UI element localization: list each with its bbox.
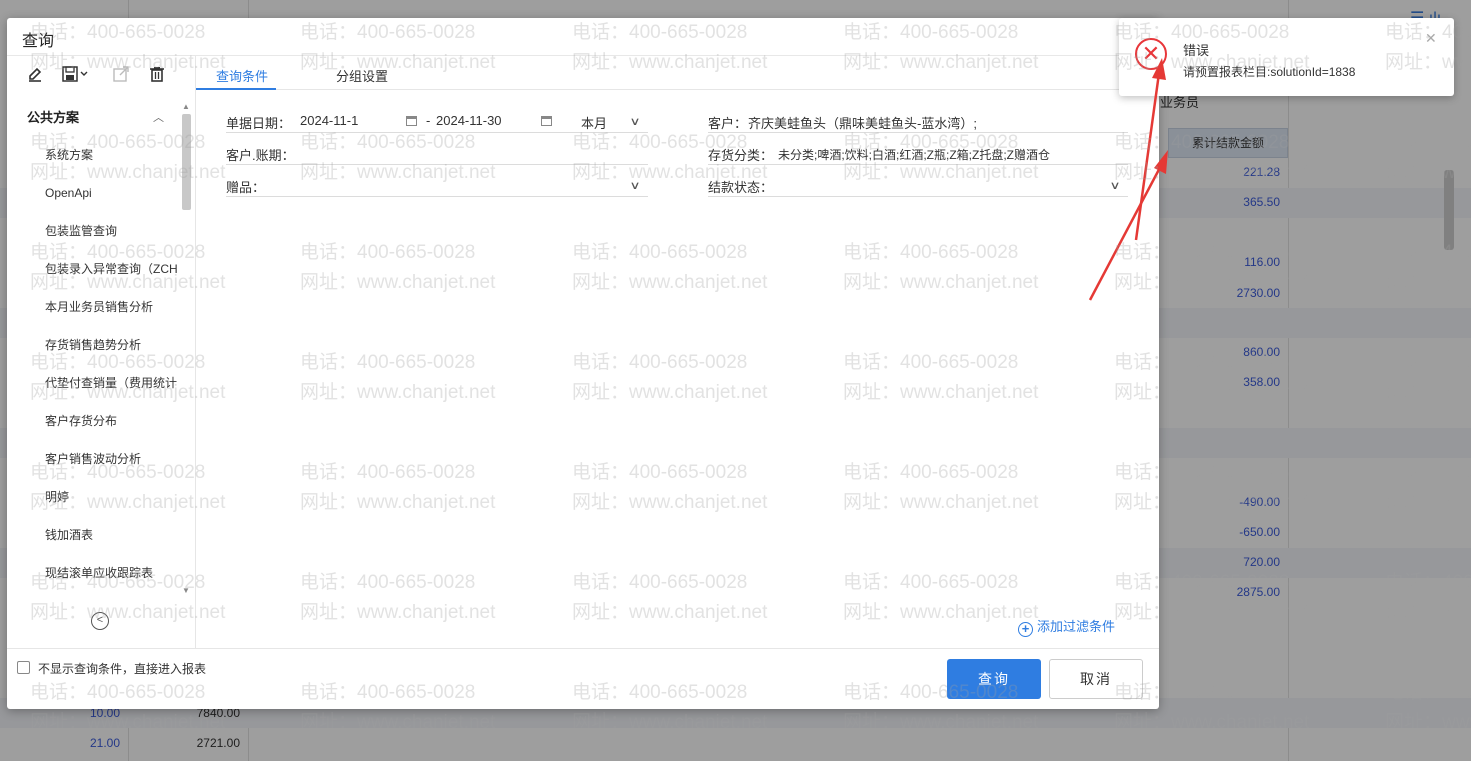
- gift-select[interactable]: 赠品： ∨: [226, 175, 648, 197]
- skip-conditions-label[interactable]: 不显示查询条件，直接进入报表: [38, 660, 206, 677]
- customer-field[interactable]: 客户： 齐庆美蛙鱼头（鼎味美蛙鱼头-蓝水湾）;: [708, 111, 1128, 133]
- scheme-item[interactable]: 钱加酒表: [45, 526, 183, 564]
- date-to-input[interactable]: 2024-11-30: [436, 113, 502, 128]
- scheme-item[interactable]: 本月业务员销售分析: [45, 298, 183, 336]
- active-tab-indicator: [196, 88, 276, 90]
- account-period-label: 客户.账期：: [226, 148, 295, 163]
- scheme-item[interactable]: 包装录入异常查询（ZCH: [45, 260, 183, 298]
- scheme-item[interactable]: 现结滚单应收跟踪表: [45, 564, 183, 602]
- divider: [195, 56, 196, 648]
- scheme-item[interactable]: 系统方案: [45, 146, 183, 184]
- settlement-status-label: 结款状态：: [708, 180, 774, 195]
- divider: [7, 55, 1159, 56]
- scrollbar[interactable]: ▲ ▼: [180, 102, 192, 596]
- calendar-icon[interactable]: [406, 116, 417, 126]
- save-icon[interactable]: [60, 64, 92, 84]
- scheme-item[interactable]: 代垫付查销量（费用统计: [45, 374, 183, 412]
- date-separator: -: [426, 113, 431, 128]
- chevron-down-icon[interactable]: ∨: [629, 115, 640, 128]
- scrollbar-thumb[interactable]: [182, 114, 191, 210]
- chevron-down-icon[interactable]: ∨: [1109, 179, 1120, 192]
- scheme-item[interactable]: 客户销售波动分析: [45, 450, 183, 488]
- divider: [196, 89, 1159, 90]
- inventory-category-field[interactable]: 存货分类： 未分类;啤酒;饮料;白酒;红酒;Z瓶;Z箱;Z托盘;Z赠酒仓: [708, 143, 1128, 165]
- export-icon: [110, 64, 132, 84]
- add-filter-label: 添加过滤条件: [1037, 619, 1116, 634]
- customer-label: 客户：: [708, 116, 748, 131]
- notification-title: 错误: [1183, 43, 1210, 58]
- query-dialog: 查询 公共方案 ︿ 系统方案 OpenApi 包装监管查询 包装录入异常查询（Z…: [7, 18, 1159, 709]
- date-label: 单据日期：: [226, 116, 292, 131]
- close-icon[interactable]: ✕: [1425, 30, 1437, 47]
- cancel-button[interactable]: 取消: [1049, 659, 1143, 699]
- chevron-up-icon[interactable]: ︿: [153, 109, 164, 125]
- scheme-item[interactable]: OpenApi: [45, 184, 183, 222]
- tab-query-conditions[interactable]: 查询条件: [216, 66, 268, 85]
- skip-conditions-checkbox[interactable]: [17, 661, 30, 674]
- date-from-input[interactable]: 2024-11-1: [300, 113, 358, 128]
- notification-message: 请预置报表栏目:solutionId=1838: [1183, 65, 1356, 79]
- tab-group-settings[interactable]: 分组设置: [336, 66, 388, 85]
- query-button[interactable]: 查询: [947, 659, 1041, 699]
- error-notification: ✕ 错误 请预置报表栏目:solutionId=1838 ✕: [1119, 18, 1454, 96]
- scheme-group-label[interactable]: 公共方案: [27, 107, 79, 126]
- date-range-field: 单据日期： 2024-11-1 - 2024-11-30 本月 ∨: [226, 111, 648, 133]
- plus-circle-icon: +: [1018, 622, 1033, 637]
- scheme-list: 系统方案 OpenApi 包装监管查询 包装录入异常查询（ZCH 本月业务员销售…: [45, 146, 183, 602]
- divider: [7, 648, 1159, 649]
- scheme-item[interactable]: 存货销售趋势分析: [45, 336, 183, 374]
- inventory-category-label: 存货分类：: [708, 148, 774, 163]
- collapse-panel-icon[interactable]: <: [91, 612, 109, 630]
- scroll-up-icon[interactable]: ▲: [182, 102, 190, 111]
- account-period-field[interactable]: 客户.账期：: [226, 143, 648, 165]
- scheme-item[interactable]: 明婷: [45, 488, 183, 526]
- settlement-status-select[interactable]: 结款状态： ∨: [708, 175, 1128, 197]
- error-icon: ✕: [1135, 38, 1167, 70]
- gift-label: 赠品：: [226, 180, 266, 195]
- scheme-item[interactable]: 包装监管查询: [45, 222, 183, 260]
- scheme-item[interactable]: 客户存货分布: [45, 412, 183, 450]
- customer-value[interactable]: 齐庆美蛙鱼头（鼎味美蛙鱼头-蓝水湾）;: [748, 113, 977, 132]
- add-filter-button[interactable]: + 添加过滤条件: [1018, 616, 1115, 637]
- inventory-category-value[interactable]: 未分类;啤酒;饮料;白酒;红酒;Z瓶;Z箱;Z托盘;Z赠酒仓: [778, 146, 1128, 163]
- trash-icon[interactable]: [146, 64, 168, 84]
- scroll-down-icon[interactable]: ▼: [182, 586, 190, 595]
- calendar-icon[interactable]: [541, 116, 552, 126]
- pencil-icon[interactable]: [24, 64, 46, 84]
- dialog-title: 查询: [22, 33, 55, 50]
- period-select[interactable]: 本月: [581, 113, 607, 132]
- chevron-down-icon[interactable]: ∨: [629, 179, 640, 192]
